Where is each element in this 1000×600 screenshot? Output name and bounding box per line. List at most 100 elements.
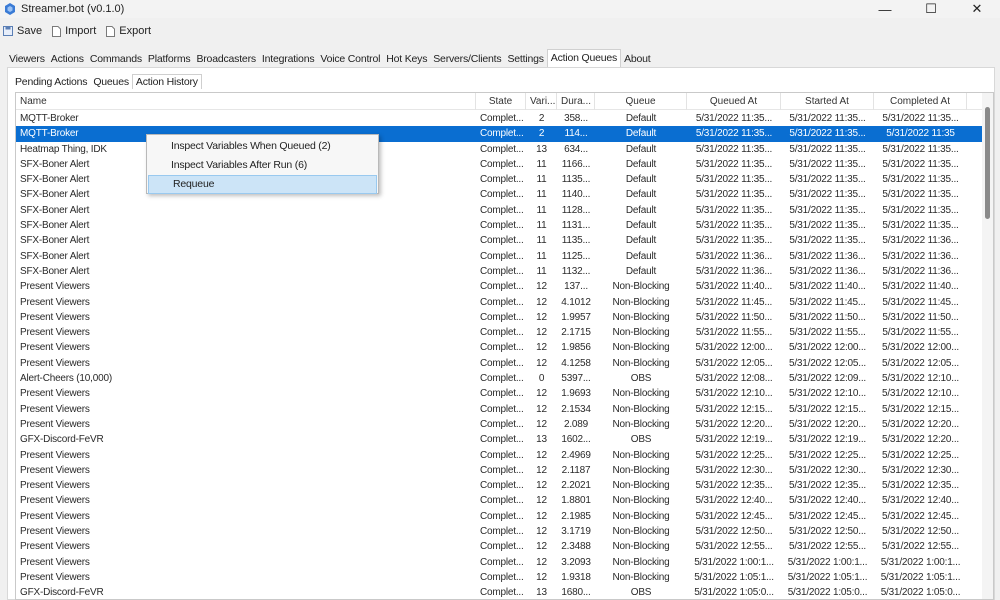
cell-completed-at: 5/31/2022 12:55...: [881, 541, 960, 553]
cell-duration: 2.1985: [561, 510, 591, 522]
cell-queue: Non-Blocking: [612, 556, 670, 568]
table-row[interactable]: SFX-Boner Alert Complet... 11 1128... Defaul…: [16, 203, 984, 218]
table-row[interactable]: SFX-Boner Alert Complet... 11 1132... Defaul…: [16, 264, 984, 279]
tab-platforms[interactable]: Platforms: [145, 51, 194, 67]
table-row[interactable]: Present Viewers Complet... 12 1.9318 Non-Blo…: [16, 570, 984, 585]
cell-variables: 11: [536, 250, 547, 262]
table-row[interactable]: Present Viewers Complet... 12 2.1715 Non-Blo…: [16, 325, 984, 340]
tab-action-queues[interactable]: Action Queues: [546, 49, 622, 67]
cell-queue: Non-Blocking: [612, 357, 670, 369]
column-header-started-at[interactable]: Started At: [781, 93, 874, 110]
cell-name: Present Viewers: [20, 388, 90, 400]
table-row[interactable]: Present Viewers Complet... 12 4.1258 Non-Blo…: [16, 356, 984, 371]
table-row[interactable]: Present Viewers Complet... 12 3.2093 Non-Blo…: [16, 555, 984, 570]
cell-name: Present Viewers: [20, 327, 90, 339]
cell-queued-at: 5/31/2022 12:40...: [695, 495, 773, 507]
table-row[interactable]: Present Viewers Complet... 12 3.1719 Non-Blo…: [16, 524, 984, 539]
cell-duration: 2.3488: [561, 541, 591, 553]
cell-duration: 1.8801: [561, 495, 591, 507]
tab-settings[interactable]: Settings: [504, 51, 546, 67]
cell-completed-at: 5/31/2022 12:35...: [881, 480, 960, 492]
cell-started-at: 5/31/2022 1:00:1...: [787, 556, 868, 568]
subtab-queues[interactable]: Queues: [90, 75, 132, 89]
cell-state: Complet...: [480, 434, 524, 446]
table-row[interactable]: Present Viewers Complet... 12 2.4969 Non-Blo…: [16, 448, 984, 463]
cell-completed-at: 5/31/2022 11:35...: [882, 189, 959, 201]
column-header-queue[interactable]: Queue: [595, 93, 687, 110]
save-button[interactable]: Save: [3, 25, 42, 37]
tab-servers-clients[interactable]: Servers/Clients: [430, 51, 504, 67]
cell-started-at: 5/31/2022 12:05...: [788, 357, 867, 369]
subtab-pending-actions[interactable]: Pending Actions: [12, 75, 90, 89]
scrollbar-thumb[interactable]: [985, 107, 990, 219]
title-bar: Streamer.bot (v0.1.0) — ☐ ✕: [0, 0, 1000, 18]
table-row[interactable]: Alert-Cheers (10,000) Complet... 0 5397... O…: [16, 371, 984, 386]
cell-variables: 12: [536, 403, 547, 415]
cell-started-at: 5/31/2022 1:05:1...: [787, 571, 868, 583]
cell-queued-at: 5/31/2022 1:05:0...: [694, 587, 774, 599]
table-row[interactable]: Present Viewers Complet... 12 4.1012 Non-Blo…: [16, 295, 984, 310]
menu-item-inspect-variables-when-queued[interactable]: Inspect Variables When Queued (2): [147, 137, 378, 156]
column-header-name[interactable]: Name: [16, 93, 476, 110]
cell-variables: 12: [536, 296, 547, 308]
table-row[interactable]: Present Viewers Complet... 12 2.1985 Non-Blo…: [16, 509, 984, 524]
column-header-state[interactable]: State: [476, 93, 526, 110]
cell-started-at: 5/31/2022 12:09...: [788, 373, 867, 385]
table-row[interactable]: Present Viewers Complet... 12 2.1187 Non-Blo…: [16, 463, 984, 478]
column-header-completed-at[interactable]: Completed At: [874, 93, 967, 110]
table-row[interactable]: Present Viewers Complet... 12 2.3488 Non-Blo…: [16, 539, 984, 554]
cell-queue: Non-Blocking: [612, 342, 670, 354]
menu-item-requeue[interactable]: Requeue: [148, 175, 377, 194]
cell-queue: Default: [625, 113, 657, 124]
tab-about[interactable]: About: [621, 51, 653, 67]
cell-completed-at: 5/31/2022 12:50...: [881, 526, 960, 538]
table-row[interactable]: SFX-Boner Alert Complet... 11 1131... Defaul…: [16, 218, 984, 233]
cell-completed-at: 5/31/2022 11:36...: [882, 265, 959, 277]
menu-item-inspect-variables-after-run[interactable]: Inspect Variables After Run (6): [147, 156, 378, 175]
close-button[interactable]: ✕: [954, 0, 1000, 18]
tab-actions[interactable]: Actions: [48, 51, 87, 67]
tab-voice-control[interactable]: Voice Control: [317, 51, 383, 67]
tab-broadcasters[interactable]: Broadcasters: [193, 51, 258, 67]
cell-name: Present Viewers: [20, 495, 90, 507]
cell-queued-at: 5/31/2022 11:35...: [695, 235, 773, 247]
cell-state: Complet...: [480, 571, 524, 583]
cell-completed-at: 5/31/2022 12:15...: [881, 403, 960, 415]
table-row[interactable]: Present Viewers Complet... 12 2.2021 Non-Blo…: [16, 478, 984, 493]
table-row[interactable]: MQTT-Broker Complet... 2 358... Default 5/31/…: [16, 111, 984, 126]
cell-queue: Non-Blocking: [612, 403, 670, 415]
subtab-action-history[interactable]: Action History: [131, 74, 202, 89]
table-row[interactable]: Present Viewers Complet... 12 1.9856 Non-Blo…: [16, 340, 984, 355]
table-row[interactable]: Present Viewers Complet... 12 137... Non-Blo…: [16, 279, 984, 294]
table-row[interactable]: SFX-Boner Alert Complet... 11 1125... Defaul…: [16, 249, 984, 264]
import-button[interactable]: Import: [52, 25, 96, 37]
table-row[interactable]: Present Viewers Complet... 12 1.9693 Non-Blo…: [16, 386, 984, 401]
table-row[interactable]: Present Viewers Complet... 12 2.1534 Non-Blo…: [16, 402, 984, 417]
minimize-button[interactable]: —: [862, 0, 908, 18]
cell-started-at: 5/31/2022 11:35...: [789, 189, 866, 201]
column-header-duration[interactable]: Dura...: [557, 93, 595, 110]
table-row[interactable]: Present Viewers Complet... 12 1.8801 Non-Blo…: [16, 493, 984, 508]
table-row[interactable]: GFX-Discord-FeVR Complet... 13 1602... OBS 5/…: [16, 432, 984, 447]
vertical-scrollbar[interactable]: [982, 93, 993, 599]
table-row[interactable]: Present Viewers Complet... 12 2.089 Non-Bloc…: [16, 417, 984, 432]
tab-hot-keys[interactable]: Hot Keys: [383, 51, 430, 67]
export-button[interactable]: Export: [106, 25, 151, 37]
cell-variables: 12: [536, 464, 547, 476]
maximize-button[interactable]: ☐: [908, 0, 954, 18]
tab-viewers[interactable]: Viewers: [6, 51, 48, 67]
cell-name: Present Viewers: [20, 357, 90, 369]
cell-completed-at: 5/31/2022 12:10...: [881, 388, 960, 400]
cell-queued-at: 5/31/2022 12:05...: [695, 357, 773, 369]
cell-name: SFX-Boner Alert: [20, 204, 90, 216]
column-header-queued-at[interactable]: Queued At: [687, 93, 781, 110]
table-row[interactable]: SFX-Boner Alert Complet... 11 1135... Defaul…: [16, 233, 984, 248]
tab-integrations[interactable]: Integrations: [259, 51, 317, 67]
export-label: Export: [119, 25, 152, 37]
table-row[interactable]: Present Viewers Complet... 12 1.9957 Non-Blo…: [16, 310, 984, 325]
cell-variables: 0: [538, 373, 545, 385]
cell-queue: Non-Blocking: [612, 311, 670, 323]
column-header-variables[interactable]: Vari...: [526, 93, 557, 110]
tab-commands[interactable]: Commands: [87, 51, 145, 67]
table-row[interactable]: GFX-Discord-FeVR Complet... 13 1680... OBS 5/…: [16, 585, 984, 599]
